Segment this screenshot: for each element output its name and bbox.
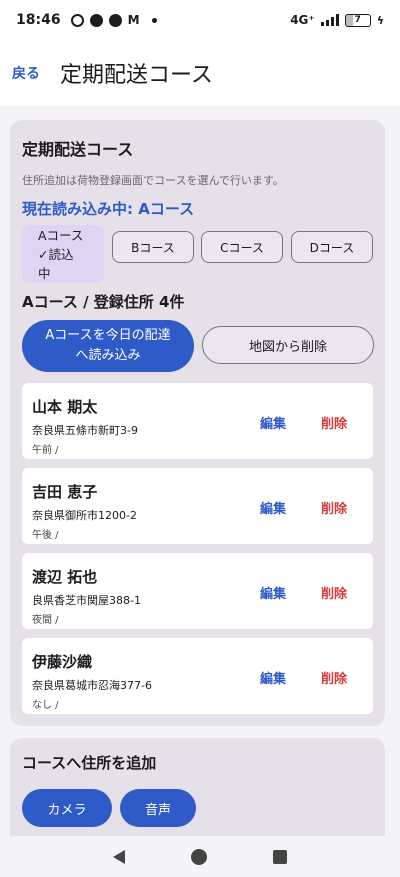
- address-list: 山本 期太 奈良県五條市新町3-9 午前 / 編集 削除 吉田 恵子 奈良県御所…: [22, 383, 373, 714]
- nav-recents-icon[interactable]: [273, 849, 287, 864]
- remove-from-map-button[interactable]: 地図から削除: [202, 326, 374, 364]
- address-name: 吉田 恵子: [32, 483, 98, 501]
- tab-course-a-line: 中: [38, 265, 51, 281]
- course-tabs: Aコース ✓読込 中 Bコース Cコース Dコース: [22, 225, 373, 287]
- clock-app-icon: [108, 13, 122, 27]
- battery-level: 7: [354, 15, 361, 25]
- load-course-button[interactable]: Aコースを今日の配達へ読み込み: [22, 320, 194, 372]
- address-text: 奈良県葛城市忍海377-6: [32, 679, 152, 692]
- address-time: 午後 /: [32, 530, 59, 541]
- address-name: 渡辺 拓也: [32, 568, 98, 586]
- add-address-title: コースへ住所を追加: [22, 754, 157, 772]
- address-item: 伊藤沙織 奈良県葛城市忍海377-6 なし / 編集 削除: [22, 638, 373, 714]
- card-title: 定期配送コース: [22, 140, 134, 159]
- delete-button[interactable]: 削除: [321, 668, 347, 687]
- address-text: 良県香芝市関屋388-1: [32, 594, 141, 607]
- more-notifications-icon: [151, 17, 157, 23]
- delete-button[interactable]: 削除: [321, 498, 347, 517]
- charging-icon: ϟ: [376, 13, 384, 27]
- tab-course-a-line: ✓読込: [38, 246, 74, 262]
- delete-button[interactable]: 削除: [321, 583, 347, 602]
- address-item: 吉田 恵子 奈良県御所市1200-2 午後 / 編集 削除: [22, 468, 373, 544]
- page-title: 定期配送コース: [60, 63, 213, 88]
- address-item: 渡辺 拓也 良県香芝市関屋388-1 夜間 / 編集 削除: [22, 553, 373, 629]
- voice-button[interactable]: 音声: [120, 789, 196, 827]
- address-time: 夜間 /: [32, 615, 59, 626]
- edit-button[interactable]: 編集: [260, 498, 286, 517]
- scroll-content[interactable]: 定期配送コース 住所追加は荷物登録画面でコースを選んで行います。 現在読み込み中…: [0, 106, 400, 836]
- address-item: 山本 期太 奈良県五條市新町3-9 午前 / 編集 削除: [22, 383, 373, 459]
- add-address-card: コースへ住所を追加 カメラ 音声: [10, 738, 385, 836]
- action-row: Aコースを今日の配達へ読み込み 地図から削除: [22, 320, 374, 372]
- tab-course-c[interactable]: Cコース: [201, 231, 283, 263]
- q-app-icon: [70, 13, 84, 27]
- edit-button[interactable]: 編集: [260, 583, 286, 602]
- add-buttons: カメラ 音声: [22, 789, 373, 827]
- tab-course-a[interactable]: Aコース ✓読込 中: [22, 225, 104, 283]
- address-text: 奈良県御所市1200-2: [32, 509, 137, 522]
- current-course-label: 現在読み込み中: Aコース: [22, 200, 195, 218]
- status-bar: 18:46 M 4G⁺ 7 ϟ: [0, 0, 400, 40]
- system-nav-bar: [0, 836, 400, 877]
- battery-icon: 7: [344, 13, 371, 27]
- back-button[interactable]: 戻る: [12, 63, 40, 83]
- gmail-icon: M: [127, 13, 140, 27]
- edit-button[interactable]: 編集: [260, 668, 286, 687]
- nav-home-icon[interactable]: [191, 848, 207, 865]
- network-type: 4G⁺: [290, 13, 315, 27]
- address-time: 午前 /: [32, 445, 59, 456]
- course-card: 定期配送コース 住所追加は荷物登録画面でコースを選んで行います。 現在読み込み中…: [10, 120, 385, 726]
- info-icon: [89, 13, 103, 27]
- edit-button[interactable]: 編集: [260, 413, 286, 432]
- card-description: 住所追加は荷物登録画面でコースを選んで行います。: [22, 174, 284, 187]
- address-name: 山本 期太: [32, 398, 98, 416]
- address-text: 奈良県五條市新町3-9: [32, 424, 138, 437]
- tab-course-a-line: Aコース: [38, 227, 84, 243]
- address-time: なし /: [32, 700, 59, 711]
- address-list-title: Aコース / 登録住所 4件: [22, 293, 185, 311]
- nav-back-icon[interactable]: [113, 849, 125, 864]
- app-bar: 戻る 定期配送コース: [0, 40, 400, 106]
- tab-course-d[interactable]: Dコース: [291, 231, 373, 263]
- tab-course-b[interactable]: Bコース: [112, 231, 194, 263]
- status-time: 18:46: [16, 12, 61, 28]
- camera-button[interactable]: カメラ: [22, 789, 112, 827]
- address-name: 伊藤沙織: [32, 653, 93, 671]
- signal-icon: [320, 14, 339, 26]
- delete-button[interactable]: 削除: [321, 413, 347, 432]
